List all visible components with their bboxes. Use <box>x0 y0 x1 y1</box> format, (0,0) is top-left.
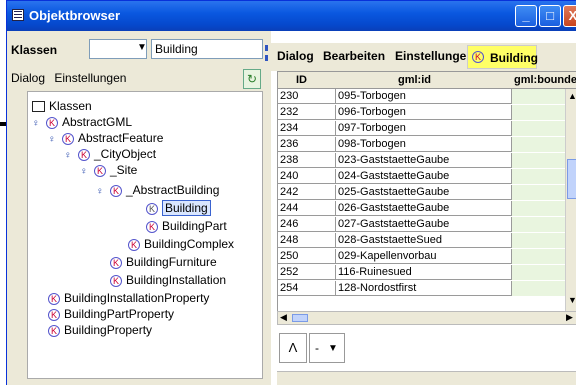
scroll-left-icon[interactable]: ◀ <box>280 312 287 323</box>
splitter-grip <box>265 55 268 61</box>
class-icon: K <box>110 184 122 197</box>
table-row[interactable]: 246 027-GaststaetteGaube <box>278 217 565 232</box>
expander-icon[interactable]: ♀ <box>96 186 104 197</box>
tree-root[interactable]: Klassen <box>32 98 92 114</box>
class-search-input[interactable]: Building <box>151 39 263 59</box>
pane-splitter[interactable] <box>263 31 271 385</box>
class-icon: K <box>48 324 60 337</box>
expander-icon[interactable]: ♀ <box>48 134 56 145</box>
tree-node-abstractgml[interactable]: K AbstractGML <box>46 114 132 130</box>
class-icon: K <box>48 308 60 321</box>
table-row[interactable]: 248 028-GaststaetteSued <box>278 233 565 248</box>
chevron-down-icon[interactable]: ▼ <box>137 42 147 53</box>
table-header: ID gml:id gml:bounde <box>277 71 576 89</box>
class-icon: K <box>110 274 122 287</box>
table-row[interactable]: 238 023-GaststaetteGaube <box>278 153 565 168</box>
scroll-down-icon[interactable]: ▼ <box>568 295 576 305</box>
menu-bearbeiten[interactable]: Bearbeiten <box>323 49 385 63</box>
category-combo-label[interactable]: Klassen <box>11 43 57 57</box>
table-body: 230 095-Torbogen 232 096-Torbogen 234 097-T… <box>277 89 565 311</box>
menu-einstellungen[interactable]: Einstellungen <box>54 71 126 85</box>
tree-node-buildingpart[interactable]: K BuildingPart <box>146 218 227 234</box>
tree-node-buildingfurniture[interactable]: K BuildingFurniture <box>110 254 217 270</box>
horizontal-scrollbar[interactable]: ◀ ▶ <box>277 311 576 325</box>
tab-building[interactable]: K Building <box>467 45 538 69</box>
sort-button[interactable]: Λ <box>279 333 307 363</box>
class-icon: K <box>472 51 484 63</box>
tree-node-abstractbuilding[interactable]: K _AbstractBuilding <box>110 182 219 198</box>
class-icon: K <box>110 256 122 269</box>
class-icon: K <box>146 202 158 215</box>
tree-node-buildingproperty[interactable]: K BuildingProperty <box>48 322 152 338</box>
menu-dialog[interactable]: Dialog <box>277 49 314 63</box>
class-tree: Klassen ♀ K AbstractGML ♀ K AbstractFeatur… <box>27 91 263 379</box>
window-icon <box>12 9 24 21</box>
column-header-id[interactable]: ID <box>296 74 307 86</box>
chevron-down-icon: ▼ <box>328 343 338 354</box>
tree-node-buildingpartproperty[interactable]: K BuildingPartProperty <box>48 306 174 322</box>
tree-node-buildinginstallation[interactable]: K BuildingInstallation <box>110 272 226 288</box>
class-icon: K <box>62 132 74 145</box>
table-row[interactable]: 230 095-Torbogen <box>278 89 565 104</box>
sort-direction-dropdown[interactable]: - ▼ <box>309 333 345 363</box>
title-bar[interactable]: Objektbrowser _ □ X <box>7 1 576 31</box>
tree-node-building-selected[interactable]: K Building <box>146 200 211 216</box>
class-icon: K <box>46 116 58 129</box>
class-icon: K <box>94 164 106 177</box>
tree-node-site[interactable]: K _Site <box>94 162 137 178</box>
table-row[interactable]: 240 024-GaststaetteGaube <box>278 169 565 184</box>
minimize-button[interactable]: _ <box>515 5 537 27</box>
table-row[interactable]: 252 116-Ruinesued <box>278 265 565 280</box>
table-row[interactable]: 242 025-GaststaetteGaube <box>278 185 565 200</box>
scroll-right-icon[interactable]: ▶ <box>566 312 573 323</box>
expander-icon[interactable]: ♀ <box>64 150 72 161</box>
vertical-scrollbar[interactable]: ▲ ▼ <box>565 89 576 311</box>
column-header-gml-id[interactable]: gml:id <box>398 74 431 86</box>
right-menu-bar: Dialog Bearbeiten Einstellungen K Buildi… <box>271 43 576 71</box>
objektbrowser-window: Objektbrowser _ □ X Klassen ▼ Building D… <box>6 0 576 385</box>
class-icon: K <box>146 220 158 233</box>
class-icon: K <box>78 148 90 161</box>
refresh-icon[interactable]: ↻ <box>243 69 261 89</box>
tree-node-buildinginstallationproperty[interactable]: K BuildingInstallationProperty <box>48 290 209 306</box>
folder-icon <box>32 101 45 113</box>
expander-icon[interactable]: ♀ <box>80 166 88 177</box>
class-icon: K <box>48 292 60 305</box>
left-menu-bar: Dialog Einstellungen <box>11 71 132 89</box>
table-row[interactable]: 254 128-Nordostfirst <box>278 281 565 296</box>
status-strip <box>277 371 576 385</box>
column-header-gml-bounde[interactable]: gml:bounde <box>514 74 576 86</box>
table-row[interactable]: 250 029-Kapellenvorbau <box>278 249 565 264</box>
maximize-button[interactable]: □ <box>539 5 561 27</box>
object-table-pane: Dialog Bearbeiten Einstellungen K Buildi… <box>271 31 576 385</box>
table-row[interactable]: 244 026-GaststaetteGaube <box>278 201 565 216</box>
table-row[interactable]: 234 097-Torbogen <box>278 121 565 136</box>
class-icon: K <box>128 238 140 251</box>
scroll-up-icon[interactable]: ▲ <box>568 91 576 101</box>
table-row[interactable]: 232 096-Torbogen <box>278 105 565 120</box>
menu-einstellungen[interactable]: Einstellungen <box>395 49 474 63</box>
scroll-thumb[interactable] <box>292 314 308 322</box>
tree-node-abstractfeature[interactable]: K AbstractFeature <box>62 130 163 146</box>
menu-dialog[interactable]: Dialog <box>11 71 45 85</box>
splitter-grip <box>265 45 268 51</box>
table-row[interactable]: 236 098-Torbogen <box>278 137 565 152</box>
tree-node-cityobject[interactable]: K _CityObject <box>78 146 156 162</box>
window-title: Objektbrowser <box>29 8 121 23</box>
tree-node-buildingcomplex[interactable]: K BuildingComplex <box>128 236 234 252</box>
scroll-thumb[interactable] <box>567 159 576 199</box>
expander-icon[interactable]: ♀ <box>32 118 40 129</box>
close-button[interactable]: X <box>563 5 576 27</box>
